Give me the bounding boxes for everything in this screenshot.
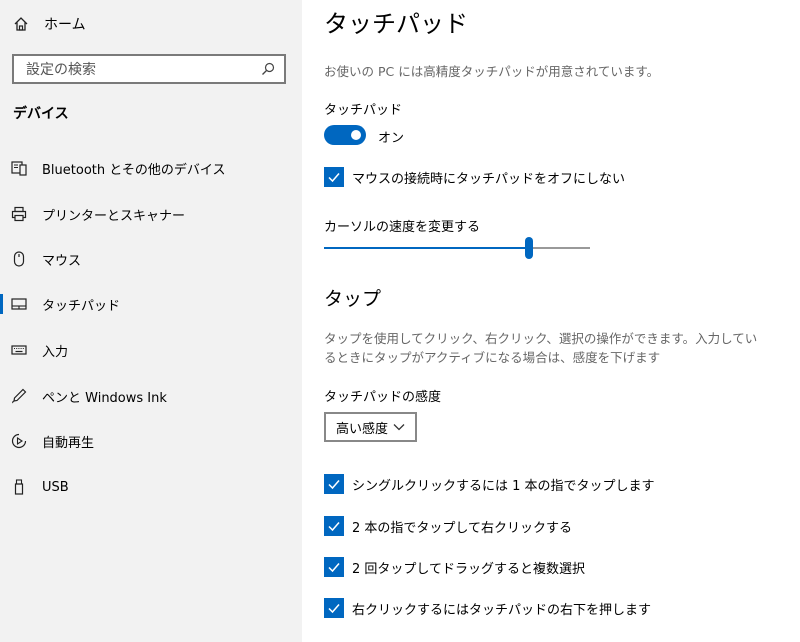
sidebar-item-autoplay[interactable]: 自動再生 bbox=[0, 421, 302, 461]
autoplay-icon bbox=[11, 433, 27, 449]
tap-section-title: タップ bbox=[324, 288, 382, 310]
keyboard-icon bbox=[11, 342, 27, 358]
page-title: タッチパッド bbox=[324, 10, 468, 38]
search-input[interactable]: 設定の検索 bbox=[12, 54, 286, 84]
mouse-icon bbox=[11, 251, 27, 267]
bluetooth-devices-icon bbox=[11, 160, 27, 176]
printer-icon bbox=[11, 206, 27, 222]
toggle-knob bbox=[351, 130, 361, 140]
checkbox-checked-icon[interactable] bbox=[324, 598, 344, 618]
search-placeholder: 設定の検索 bbox=[26, 62, 96, 78]
sidebar-item-typing[interactable]: 入力 bbox=[0, 330, 302, 370]
tap-description: タップを使用してクリック、右クリック、選択の操作ができます。入力しているときにタ… bbox=[324, 331, 758, 365]
sidebar-item-label: マウス bbox=[42, 253, 82, 269]
two-finger-tap-checkbox-row[interactable]: 2 本の指でタップして右クリックする bbox=[324, 515, 572, 537]
sensitivity-label: タッチパッドの感度 bbox=[324, 390, 442, 405]
checkbox-label: 2 本の指でタップして右クリックする bbox=[352, 520, 573, 536]
sidebar-item-label: プリンターとスキャナー bbox=[42, 208, 186, 224]
single-finger-tap-checkbox-row[interactable]: シングルクリックするには 1 本の指でタップします bbox=[324, 473, 655, 495]
checkbox-checked-icon[interactable] bbox=[324, 167, 344, 187]
double-tap-drag-checkbox-row[interactable]: 2 回タップしてドラッグすると複数選択 bbox=[324, 556, 585, 578]
checkbox-label: シングルクリックするには 1 本の指でタップします bbox=[352, 478, 655, 494]
leave-on-mouse-checkbox-row[interactable]: マウスの接続時にタッチパッドをオフにしない bbox=[324, 166, 625, 188]
checkbox-checked-icon[interactable] bbox=[324, 474, 344, 494]
checkbox-label: 右クリックするにはタッチパッドの右下を押します bbox=[352, 602, 652, 618]
slider-thumb[interactable] bbox=[525, 237, 533, 259]
sidebar-item-label: USB bbox=[42, 479, 69, 495]
sidebar-item-printers[interactable]: プリンターとスキャナー bbox=[0, 194, 302, 234]
sensitivity-dropdown[interactable]: 高い感度 bbox=[324, 412, 417, 442]
cursor-speed-label: カーソルの速度を変更する bbox=[324, 220, 481, 235]
sidebar-item-usb[interactable]: USB bbox=[0, 467, 302, 507]
checkbox-label: マウスの接続時にタッチパッドをオフにしない bbox=[352, 171, 626, 187]
main-panel: タッチパッド お使いの PC には高精度タッチパッドが用意されています。 タッチ… bbox=[302, 0, 800, 642]
section-title: デバイス bbox=[13, 106, 69, 122]
sidebar-item-touchpad[interactable]: タッチパッド bbox=[0, 284, 302, 324]
home-link[interactable]: ホーム bbox=[12, 10, 86, 38]
sidebar-item-mouse[interactable]: マウス bbox=[0, 239, 302, 279]
toggle-state-label: オン bbox=[378, 131, 405, 146]
chevron-down-icon bbox=[393, 420, 405, 435]
sidebar-item-label: 自動再生 bbox=[42, 435, 95, 451]
slider-fill bbox=[324, 247, 529, 249]
sidebar-item-pen[interactable]: ペンと Windows Ink bbox=[0, 376, 302, 416]
checkbox-label: 2 回タップしてドラッグすると複数選択 bbox=[352, 561, 586, 577]
sidebar-item-label: 入力 bbox=[42, 344, 69, 360]
home-icon bbox=[12, 15, 30, 33]
checkbox-checked-icon[interactable] bbox=[324, 516, 344, 536]
sidebar-item-label: タッチパッド bbox=[42, 298, 121, 314]
touchpad-icon bbox=[11, 296, 27, 312]
page-description: お使いの PC には高精度タッチパッドが用意されています。 bbox=[324, 64, 660, 79]
search-icon[interactable] bbox=[260, 61, 276, 77]
home-label: ホーム bbox=[44, 17, 86, 33]
cursor-speed-slider[interactable] bbox=[324, 237, 590, 259]
bottom-right-click-checkbox-row[interactable]: 右クリックするにはタッチパッドの右下を押します bbox=[324, 597, 651, 619]
touchpad-toggle[interactable] bbox=[324, 125, 366, 145]
selected-indicator bbox=[0, 294, 3, 314]
checkbox-checked-icon[interactable] bbox=[324, 557, 344, 577]
sidebar-item-label: Bluetooth とその他のデバイス bbox=[42, 162, 226, 178]
sidebar-item-label: ペンと Windows Ink bbox=[42, 390, 167, 406]
sensitivity-value: 高い感度 bbox=[336, 421, 389, 437]
sidebar-item-bluetooth[interactable]: Bluetooth とその他のデバイス bbox=[0, 148, 302, 188]
usb-icon bbox=[11, 479, 27, 495]
pen-icon bbox=[11, 388, 27, 404]
sidebar: ホーム 設定の検索 デバイス Bluetooth とその他のデバイス プリンター… bbox=[0, 0, 302, 642]
touchpad-toggle-label: タッチパッド bbox=[324, 103, 403, 118]
